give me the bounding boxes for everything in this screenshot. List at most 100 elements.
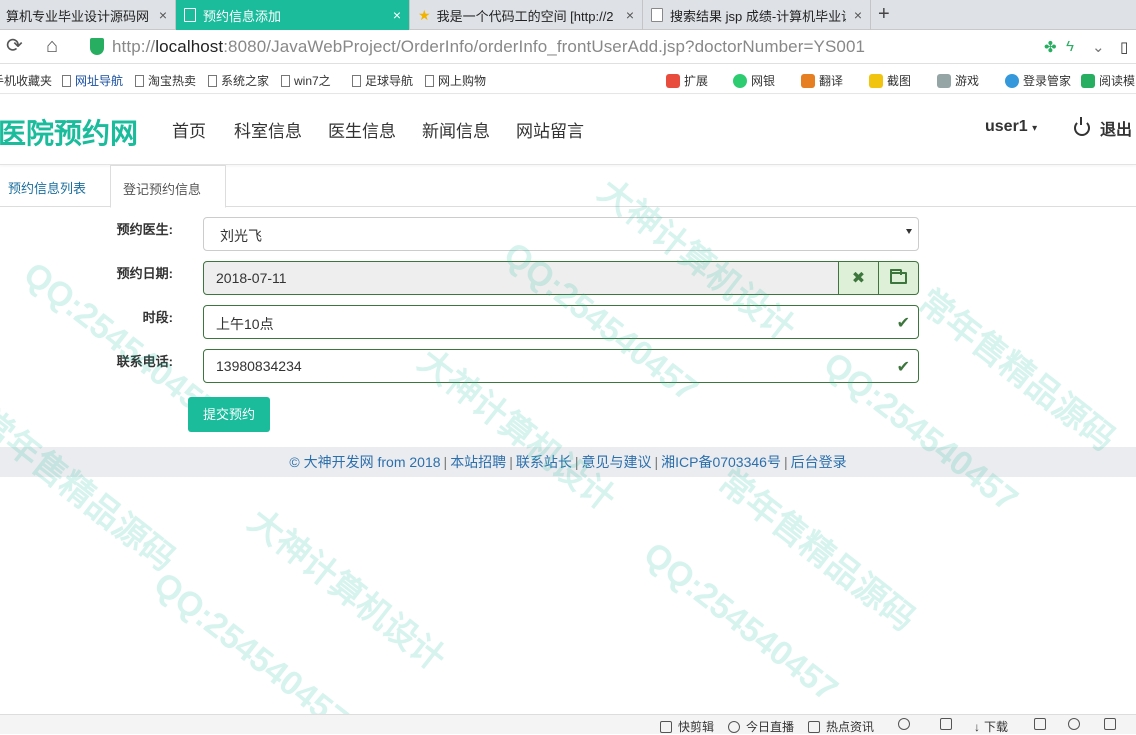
watermark-text: 常年售精品源码 xyxy=(711,462,923,639)
caret-down-icon xyxy=(906,229,912,234)
copyright-link[interactable]: © 大神开发网 from 2018 xyxy=(289,454,440,470)
watermark-text: QQ:254540457 xyxy=(146,565,355,714)
tab-register-order[interactable]: 登记预约信息 xyxy=(110,165,226,208)
close-icon[interactable]: × xyxy=(393,7,401,23)
recruit-link[interactable]: 本站招聘 xyxy=(450,454,506,470)
bookmark-item[interactable]: 淘宝热卖 xyxy=(135,72,196,89)
window-icon[interactable] xyxy=(1104,718,1122,730)
tab-order-list[interactable]: 预约信息列表 xyxy=(0,165,98,207)
nav-news[interactable]: 新闻信息 xyxy=(422,117,490,142)
period-input[interactable]: 上午10点 ✔ xyxy=(203,305,919,339)
phone-label: 联系电话: xyxy=(116,354,173,369)
calendar-button[interactable] xyxy=(879,261,919,295)
bookmark-label: 网上购物 xyxy=(438,74,487,88)
nav-departments[interactable]: 科室信息 xyxy=(234,117,302,142)
nav-doctors[interactable]: 医生信息 xyxy=(328,117,396,142)
separator: | xyxy=(443,454,448,470)
translate-menu[interactable]: 翻译 xyxy=(801,72,843,89)
menu-icon[interactable]: ▯ xyxy=(1120,38,1128,56)
page-icon xyxy=(135,74,144,87)
admin-login-link[interactable]: 后台登录 xyxy=(791,454,847,470)
refresh-green-icon[interactable]: ✤ xyxy=(1044,38,1057,56)
logout-button[interactable]: 退出 xyxy=(1074,116,1132,140)
bookmark-label: 系统之家 xyxy=(221,74,270,88)
remove-icon: ✖ xyxy=(851,270,866,287)
gamepad-icon xyxy=(937,73,951,88)
screenshot-menu[interactable]: 截图 xyxy=(869,72,911,89)
games-menu[interactable]: 游戏 xyxy=(937,72,979,89)
new-tab-button[interactable]: + xyxy=(878,4,890,24)
date-label: 预约日期: xyxy=(116,266,173,281)
reload-icon[interactable]: ⟳ xyxy=(6,36,23,56)
browser-tab[interactable]: 算机专业毕业设计源码网 × xyxy=(0,0,176,30)
power-icon xyxy=(1074,117,1090,136)
bookmark-label: win7之 xyxy=(294,74,331,88)
key-icon xyxy=(1005,73,1019,88)
close-icon[interactable]: × xyxy=(159,7,167,23)
home-icon[interactable]: ⌂ xyxy=(46,36,58,56)
flag-icon[interactable] xyxy=(1034,718,1052,730)
bookmark-item[interactable]: win7之 xyxy=(281,72,331,89)
netbank-menu[interactable]: 网银 xyxy=(733,72,775,89)
toolbar-label: 游戏 xyxy=(955,74,980,88)
quick-clip-button[interactable]: 快剪辑 xyxy=(660,718,714,735)
login-manager[interactable]: 登录管家 xyxy=(1005,72,1071,89)
date-picker: 2018-07-11 ✖ xyxy=(203,261,919,295)
close-icon[interactable]: × xyxy=(626,7,634,23)
nav-messages[interactable]: 网站留言 xyxy=(516,117,584,142)
feedback-link[interactable]: 意见与建议 xyxy=(581,454,651,470)
user-dropdown[interactable]: user1 ▾ xyxy=(985,118,1037,136)
bookmark-item[interactable]: 足球导航 xyxy=(352,72,413,89)
page-icon xyxy=(62,74,71,87)
tab-label: 我是一个代码工的空间 [http://2 xyxy=(436,8,614,24)
toolbar-label: 截图 xyxy=(887,74,912,88)
download-arrow-icon: ↓ xyxy=(974,719,980,734)
film-icon xyxy=(660,720,672,733)
close-icon[interactable]: × xyxy=(854,7,862,23)
status-label: 热点资讯 xyxy=(826,720,875,734)
period-value: 上午10点 xyxy=(216,316,274,332)
bookmark-item[interactable]: 系统之家 xyxy=(208,72,269,89)
separator: | xyxy=(654,454,659,470)
tab-label: 搜索结果 jsp 成绩-计算机毕业设 xyxy=(670,8,846,24)
icp-link[interactable]: 湘ICP备0703346号 xyxy=(661,454,781,470)
browser-tab-active[interactable]: 预约信息添加 × xyxy=(176,0,410,30)
site-header: 医院预约网 首页 科室信息 医生信息 新闻信息 网站留言 user1 ▾ 退出 xyxy=(0,95,1136,165)
rocket-icon[interactable] xyxy=(940,718,958,730)
browser-tab[interactable]: 搜索结果 jsp 成绩-计算机毕业设 × xyxy=(643,0,871,30)
clear-date-button[interactable]: ✖ xyxy=(839,261,879,295)
download-button[interactable]: ↓ 下载 xyxy=(974,718,1008,735)
nav-home[interactable]: 首页 xyxy=(172,117,206,142)
browser-tab[interactable]: ★ 我是一个代码工的空间 [http://2 × xyxy=(410,0,643,30)
site-logo[interactable]: 医院预约网 xyxy=(0,112,138,152)
contact-link[interactable]: 联系站长 xyxy=(516,454,572,470)
news-button[interactable]: 热点资讯 xyxy=(808,718,874,735)
submit-order-button[interactable]: 提交预约 xyxy=(188,397,270,432)
check-icon: ✔ xyxy=(896,315,910,332)
extensions-menu[interactable]: 扩展 xyxy=(666,72,708,89)
watermark-text: 大神计算机设计 xyxy=(241,502,453,679)
bookmark-item[interactable]: 网上购物 xyxy=(425,72,486,89)
watermark-text: 常年售精品源码 xyxy=(0,402,183,579)
bookmark-item[interactable]: 手机收藏夹 xyxy=(0,72,52,89)
phone-value: 13980834234 xyxy=(216,358,302,374)
period-label: 时段: xyxy=(142,310,173,325)
address-bar: ⟳ ⌂ http://localhost:8080/JavaWebProject… xyxy=(0,30,1136,64)
reader-mode[interactable]: 阅读模 xyxy=(1081,72,1135,89)
lightning-icon[interactable]: ϟ xyxy=(1066,38,1074,55)
date-input[interactable]: 2018-07-11 xyxy=(203,261,839,295)
ie-icon[interactable] xyxy=(1068,718,1086,730)
url-host: localhost xyxy=(155,37,224,56)
bookmark-item[interactable]: 网址导航 xyxy=(62,72,123,89)
url-prefix: http:// xyxy=(112,37,156,56)
caret-down-icon: ▾ xyxy=(1032,123,1038,134)
chevron-down-icon[interactable]: ⌄ xyxy=(1092,38,1105,56)
live-button[interactable]: 今日直播 xyxy=(728,718,794,735)
url-field[interactable]: http://localhost:8080/JavaWebProject/Ord… xyxy=(112,37,865,57)
sub-tabs: 预约信息列表 登记预约信息 xyxy=(0,165,1136,208)
speed-icon[interactable] xyxy=(898,718,916,730)
phone-input[interactable]: 13980834234 ✔ xyxy=(203,349,919,383)
shield-icon xyxy=(90,38,104,55)
toolbar-label: 登录管家 xyxy=(1023,74,1072,88)
doctor-select[interactable]: 刘光飞 xyxy=(203,217,919,251)
